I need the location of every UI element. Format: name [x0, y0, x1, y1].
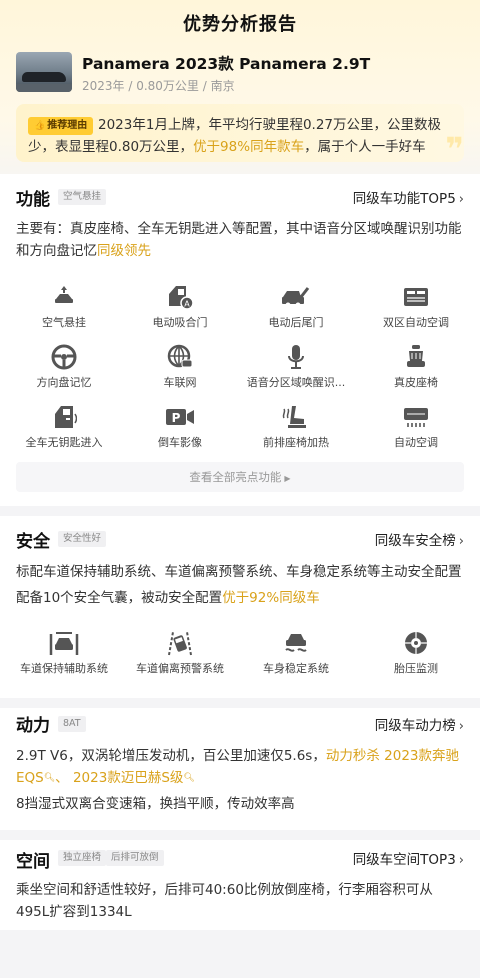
function-title: 功能 [16, 190, 50, 210]
chevron-right-icon: › [458, 192, 464, 207]
triangle-right-icon: ▶ [284, 474, 291, 483]
power-title: 动力 [16, 716, 50, 736]
space-desc: 乘坐空间和舒适性较好，后排可40:60比例放倒座椅，行李厢容积可从495L扩容到… [16, 882, 433, 920]
leather-seat-icon [356, 344, 476, 370]
reverse-camera-icon: P [120, 404, 240, 430]
function-desc: 主要有：真皮座椅、全车无钥匙进入等配置，其中语音分区域唤醒识别功能和方向盘记忆同… [16, 221, 462, 259]
space-card: 空间 独立座椅 后排可放倒 同级车空间TOP3 › 乘坐空间和舒适性较好，后排可4… [0, 840, 480, 930]
power-chip: 8AT [58, 716, 86, 732]
safety-title: 安全 [16, 532, 50, 552]
feature-soft-close-door[interactable]: A 电动吸合门 [120, 284, 240, 330]
search-icon: 🔍︎ [183, 773, 195, 783]
view-all-features-button[interactable]: 查看全部亮点功能 ▶ [16, 462, 464, 492]
safety-rank-link[interactable]: 同级车安全榜 › [375, 529, 464, 549]
power-desc-line2: 8挡湿式双离合变速箱，换挡平顺，传动效率高 [16, 796, 295, 812]
feature-voice-wake[interactable]: 语音分区域唤醒识... [236, 344, 356, 390]
page-title: 优势分析报告 [183, 14, 297, 35]
feature-seat-heating[interactable]: 前排座椅加热 [236, 404, 356, 450]
stability-control-icon [236, 630, 356, 656]
space-chip-rear-fold: 后排可放倒 [106, 850, 164, 866]
steering-memory-icon [4, 344, 124, 370]
power-rank-link[interactable]: 同级车动力榜 › [375, 714, 464, 734]
space-title: 空间 [16, 852, 50, 872]
chevron-right-icon: › [458, 853, 464, 868]
function-rank-link[interactable]: 同级车功能TOP5 › [353, 187, 464, 207]
lane-departure-icon [120, 630, 240, 656]
chevron-right-icon: › [458, 719, 464, 734]
space-chip-independent-seats: 独立座椅 [58, 850, 107, 866]
svg-text:P: P [172, 411, 181, 425]
feature-power-tailgate[interactable]: 电动后尾门 [236, 284, 356, 330]
auto-ac-icon [356, 404, 476, 430]
power-card: 动力 8AT 同级车动力榜 › 2.9T V6，双涡轮增压发动机，百公里加速仅5.… [0, 708, 480, 830]
feature-auto-ac[interactable]: 自动空调 [356, 404, 476, 450]
space-rank-link[interactable]: 同级车空间TOP3 › [353, 848, 464, 868]
safety-desc-line1: 标配车道保持辅助系统、车道偏离预警系统、车身稳定系统等主动安全配置 [16, 564, 462, 580]
svg-text:A: A [184, 300, 190, 309]
power-tailgate-icon [236, 284, 356, 310]
safety-chip: 安全性好 [58, 531, 107, 547]
voice-wake-icon [236, 344, 356, 370]
recommend-reason-box: ❞ 2023年1月上牌，年平均行驶里程0.27万公里，公里数极少，表显里程0.8… [16, 104, 464, 162]
feature-dual-zone-ac[interactable]: 双区自动空调 [356, 284, 476, 330]
feature-leather-seat[interactable]: 真皮座椅 [356, 344, 476, 390]
dual-zone-ac-icon [356, 284, 476, 310]
safety-tire-pressure[interactable]: 胎压监测 [356, 630, 476, 676]
function-card: 功能 空气悬挂 同级车功能TOP5 › 主要有：真皮座椅、全车无钥匙进入等配置，其… [0, 174, 480, 506]
connected-car-icon [120, 344, 240, 370]
reason-highlight: 优于98%同年款车 [193, 139, 305, 155]
car-meta: 2023年 / 0.80万公里 / 南京 [82, 79, 235, 93]
safety-stability-control[interactable]: 车身稳定系统 [236, 630, 356, 676]
compare-link-maybach[interactable]: 2023款迈巴赫S级🔍︎ [73, 770, 195, 786]
function-chip: 空气悬挂 [58, 189, 107, 205]
seat-heating-icon [236, 404, 356, 430]
chevron-right-icon: › [458, 534, 464, 549]
soft-close-door-icon: A [120, 284, 240, 310]
thumbs-up-icon: 👍 [34, 121, 46, 131]
feature-connected-car[interactable]: 车联网 [120, 344, 240, 390]
safety-lane-keep[interactable]: 车道保持辅助系统 [4, 630, 124, 676]
feature-air-suspension[interactable]: 空气悬挂 [4, 284, 124, 330]
safety-card: 安全 安全性好 同级车安全榜 › 标配车道保持辅助系统、车道偏离预警系统、车身稳定… [0, 516, 480, 698]
feature-keyless-entry[interactable]: 全车无钥匙进入 [4, 404, 124, 450]
feature-steering-memory[interactable]: 方向盘记忆 [4, 344, 124, 390]
tire-pressure-icon [356, 630, 476, 656]
power-desc: 2.9T V6，双涡轮增压发动机，百公里加速仅5.6s，动力秒杀 2023款奔驰… [16, 748, 459, 786]
safety-lane-departure[interactable]: 车道偏离预警系统 [120, 630, 240, 676]
car-thumbnail[interactable] [16, 52, 72, 92]
safety-desc-line2: 配备10个安全气囊，被动安全配置优于92%同级车 [16, 590, 320, 606]
recommend-reason-tag: 👍 推荐理由 [28, 117, 94, 135]
feature-reverse-camera[interactable]: P 倒车影像 [120, 404, 240, 450]
lane-keep-icon [4, 630, 124, 656]
search-icon: 🔍︎ [43, 773, 56, 783]
keyless-entry-icon [4, 404, 124, 430]
air-suspension-icon [4, 284, 124, 310]
car-name: Panamera 2023款 Panamera 2.9T [82, 55, 371, 73]
